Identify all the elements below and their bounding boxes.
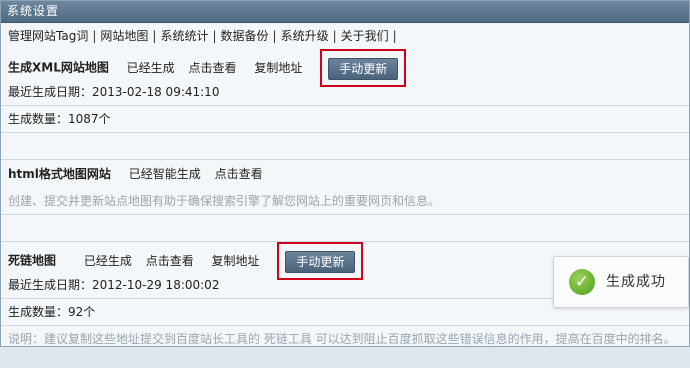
nav-sitemap[interactable]: 网站地图 <box>100 29 148 43</box>
nav-statistics[interactable]: 系统统计 <box>160 29 208 43</box>
spacer <box>1 133 689 160</box>
xml-sitemap-status: 已经生成 <box>126 60 175 75</box>
html-sitemap-view-link[interactable]: 点击查看 <box>215 167 263 181</box>
check-icon: ✓ <box>569 269 595 295</box>
xml-sitemap-row: 生成XML网站地图 已经生成 点击查看 复制地址 手动更新 <box>1 49 689 87</box>
html-sitemap-description: 创建、提交并更新站点地图有助于确保搜索引擎了解您网站上的重要网页和信息。 <box>1 188 689 215</box>
deadlink-note: 说明：建议复制这些地址提交到百度站长工具的 死链工具 可以达到阻止百度抓取这些错… <box>8 332 676 346</box>
nav-separator: | <box>152 29 157 43</box>
html-sitemap-title: html格式地图网站 <box>8 167 111 181</box>
xml-last-date: 最近生成日期：2013-02-18 09:41:10 <box>1 77 689 106</box>
xml-sitemap-title: 生成XML网站地图 <box>8 60 109 75</box>
xml-sitemap-copy-link[interactable]: 复制地址 <box>254 61 302 75</box>
nav-tag-words[interactable]: 管理网站Tag词 <box>8 29 88 43</box>
deadlink-title: 死链地图 <box>8 253 57 268</box>
toast-message: 生成成功 <box>606 274 666 290</box>
xml-sitemap-view-link[interactable]: 点击查看 <box>189 61 237 75</box>
nav-separator: | <box>272 29 277 43</box>
spacer <box>1 215 689 242</box>
html-sitemap-row: html格式地图网站 已经智能生成 点击查看 <box>1 160 689 188</box>
nav-separator: | <box>92 29 97 43</box>
nav-about[interactable]: 关于我们 <box>341 29 389 43</box>
success-toast: ✓ 生成成功 <box>553 256 689 308</box>
nav-bar: 管理网站Tag词 | 网站地图 | 系统统计 | 数据备份 | 系统升级 | 关于我们 | <box>1 23 689 49</box>
window-title: 系统设置 <box>1 1 689 23</box>
deadlink-copy-link[interactable]: 复制地址 <box>212 254 260 268</box>
deadlink-view-link[interactable]: 点击查看 <box>146 254 194 268</box>
nav-separator: | <box>332 29 337 43</box>
nav-separator: | <box>392 29 397 43</box>
deadlink-status: 已经生成 <box>83 253 132 268</box>
nav-backup[interactable]: 数据备份 <box>221 29 269 43</box>
nav-upgrade[interactable]: 系统升级 <box>281 29 329 43</box>
nav-separator: | <box>212 29 217 43</box>
xml-count: 生成数量：1087个 <box>1 106 689 133</box>
html-sitemap-status: 已经智能生成 <box>128 167 201 181</box>
